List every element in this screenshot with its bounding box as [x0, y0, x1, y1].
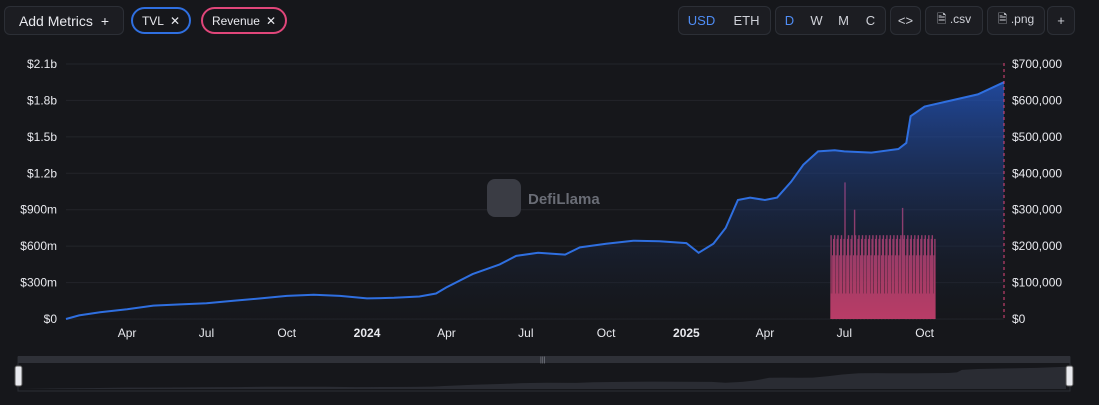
y-left-tick-label: $1.8b — [27, 93, 57, 107]
x-tick-label: Jul — [837, 326, 852, 340]
y-right-tick-label: $400,000 — [1012, 166, 1062, 180]
y-right-tick-label: $100,000 — [1012, 276, 1062, 290]
y-right-tick-label: $0 — [1012, 312, 1026, 326]
x-tick-label: 2025 — [673, 326, 700, 340]
x-tick-label: Apr — [756, 326, 775, 340]
y-right-tick-label: $200,000 — [1012, 239, 1062, 253]
y-left-tick-label: $2.1b — [27, 57, 57, 71]
y-right-tick-label: $700,000 — [1012, 57, 1062, 71]
chart-canvas: $0 $300m $600m $900m $1.2b $1.5b $1.8b $2.1b $0… — [14, 57, 1074, 392]
x-tick-label: Jul — [518, 326, 533, 340]
y-left-tick-label: $300m — [20, 276, 57, 290]
llama-logo-icon — [487, 179, 521, 217]
x-tick-label: Oct — [915, 326, 934, 340]
y-left-tick-label: $1.5b — [27, 130, 57, 144]
y-axis-right: $0 $100,000 $200,000 $300,000 $400,000 $500,0… — [1012, 57, 1062, 326]
range-brush[interactable]: ||| — [14, 356, 1074, 392]
x-axis: Apr Jul Oct 2024 Apr Jul Oct 2025 Apr Jul Oct — [118, 326, 935, 340]
y-left-tick-label: $0 — [44, 312, 58, 326]
y-right-tick-label: $600,000 — [1012, 93, 1062, 107]
y-left-tick-label: $900m — [20, 203, 57, 217]
watermark: DefiLlama — [487, 179, 600, 217]
watermark-text: DefiLlama — [528, 191, 600, 208]
x-tick-label: Oct — [597, 326, 616, 340]
x-tick-label: Jul — [199, 326, 214, 340]
x-tick-label: Oct — [277, 326, 296, 340]
x-tick-label: Apr — [118, 326, 137, 340]
y-left-tick-label: $1.2b — [27, 166, 57, 180]
y-right-tick-label: $300,000 — [1012, 203, 1062, 217]
y-left-tick-label: $600m — [20, 239, 57, 253]
y-axis-left: $0 $300m $600m $900m $1.2b $1.5b $1.8b $2.1b — [20, 57, 57, 326]
x-tick-label: Apr — [437, 326, 456, 340]
brush-handle-right[interactable] — [1065, 365, 1074, 387]
brush-grip-icon: ||| — [540, 357, 546, 364]
y-right-tick-label: $500,000 — [1012, 130, 1062, 144]
x-tick-label: 2024 — [354, 326, 381, 340]
brush-handle-left[interactable] — [14, 365, 23, 387]
